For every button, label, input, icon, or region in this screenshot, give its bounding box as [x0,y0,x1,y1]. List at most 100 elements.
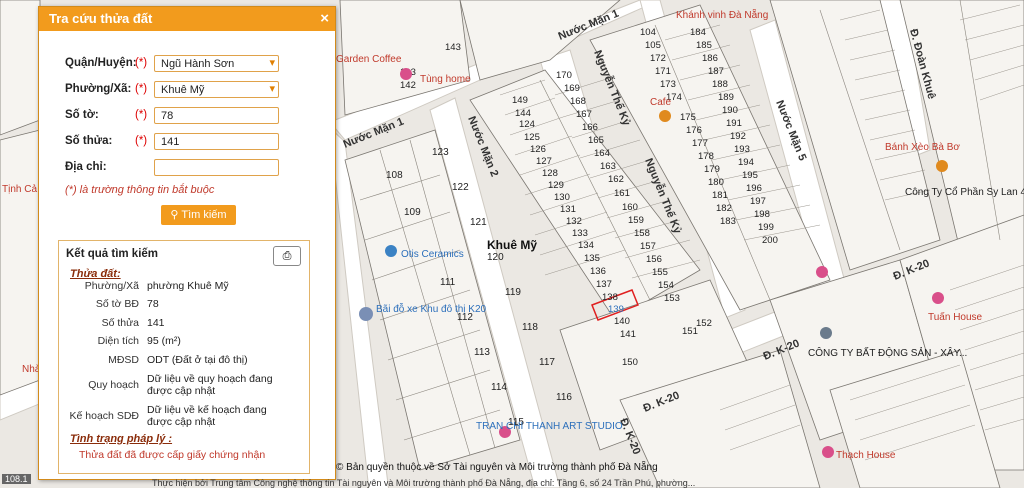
parcel-number: 141 [620,329,636,340]
parcel-number: 126 [530,144,546,155]
parcel-number: 183 [720,216,736,227]
parcel-number: 193 [734,144,750,155]
poi-marker-icon[interactable] [816,266,828,278]
panel-header: Tra cứu thửa đất × [39,7,335,31]
parcel-number: 176 [686,125,702,136]
parcel-number: 139 [608,304,624,315]
parcel-number: 190 [722,105,738,116]
result-label: Kế hoạch SDĐ [69,410,139,422]
parcel-number: 199 [758,222,774,233]
parcel-number: 197 [750,196,766,207]
parcel-number: 114 [491,382,507,393]
parcel-number: 113 [474,347,490,358]
parcel-number: 150 [622,357,638,368]
poi-label: TRAN CHI THANH ART STUDIO [476,421,623,432]
ward-select[interactable]: Khuê Mỹ [154,81,279,98]
result-label: MĐSD [108,354,139,366]
poi-label: Cafe [650,97,672,108]
poi-marker-icon[interactable] [820,327,832,339]
parcel-number: 171 [655,66,671,77]
search-button[interactable]: ⚲ Tìm kiếm [161,205,236,225]
parcel-number: 156 [646,254,662,265]
parcel-number: 137 [596,279,612,290]
poi-label: Khánh vinh Đà Nẵng [676,8,768,21]
address-input[interactable] [154,159,279,176]
result-subtitle-parcel: Thửa đất: [70,268,121,280]
ward-label: Phường/Xã: [65,83,132,95]
poi-label: Công Ty Cổ Phần Sy Lan 43 [905,186,1024,198]
parcel-number: 149 [512,95,528,106]
close-icon[interactable]: × [320,7,329,31]
parcel-number: 158 [634,228,650,239]
poi-label: Bánh Xèo Bà Bơ [885,142,960,153]
parcel-number: 169 [564,83,580,94]
poi-marker-icon[interactable] [822,446,834,458]
sheet-label: Số tờ: [65,109,99,121]
sheet-input[interactable]: 78 [154,107,279,124]
result-subtitle-legal: Tình trạng pháp lý : [70,433,173,445]
restaurant-icon[interactable] [936,160,948,172]
parcel-number: 118 [522,322,538,333]
parcel-number: 108 [386,170,403,181]
poi-marker-icon[interactable] [385,245,397,257]
parcel-number: 192 [730,131,746,142]
parcel-number: 191 [726,118,742,129]
parcel-number: 177 [692,138,708,149]
result-label: Phường/Xã [84,280,139,292]
poi-label: Tịnh Cả [2,184,37,195]
parcel-number: 135 [584,253,600,264]
parcel-number: 179 [704,164,720,175]
parcel-number: 180 [708,177,724,188]
poi-label: Garden Coffee [336,54,402,65]
parcel-number: 143 [445,42,461,53]
poi-marker-icon[interactable] [400,68,412,80]
poi-label: Otis Ceramics [401,249,464,260]
parking-icon[interactable] [359,307,373,321]
parcel-number: 172 [650,53,666,64]
parcel-number: 195 [742,170,758,181]
parcel-number: 122 [452,182,469,193]
poi-marker-icon[interactable] [932,292,944,304]
parcel-number: 153 [664,293,680,304]
district-label: Quận/Huyện: [65,57,137,69]
parcel-number: 166 [582,122,598,133]
parcel-number: 155 [652,267,668,278]
parcel-number: 132 [566,216,582,227]
parcel-row: Số thửa: (*) [65,135,151,147]
required-marker: (*) [135,135,148,147]
parcel-number: 116 [556,392,572,403]
print-button[interactable]: ⎙ [273,246,301,266]
parcel-number: 142 [400,80,416,91]
search-button-label: Tìm kiếm [181,209,227,221]
parcel-number: 184 [690,27,706,38]
parcel-number: 127 [536,156,552,167]
result-title: Kết quả tìm kiếm [66,248,159,260]
scale-indicator: 108.1 [2,474,31,484]
parcel-number: 187 [708,66,724,77]
address-label: Địa chỉ: [65,161,107,173]
result-label: Số tờ BĐ [95,298,139,310]
parcel-number: 161 [614,188,630,199]
result-value: 78 [147,298,159,310]
cafe-icon[interactable] [659,110,671,122]
parcel-number: 119 [505,287,521,298]
parcel-number: 164 [594,148,610,159]
area-label: Khuê Mỹ [487,238,537,252]
parcel-number: 124 [519,119,535,130]
parcel-input[interactable]: 141 [154,133,279,150]
district-row: Quận/Huyện:(*) [65,57,151,69]
parcel-number: 136 [590,266,606,277]
parcel-number: 178 [698,151,714,162]
poi-label: Tuấn House [928,311,983,323]
parcel-number: 157 [640,241,656,252]
result-label: Số thửa [101,317,139,329]
parcel-number: 140 [614,316,630,327]
district-select[interactable]: Ngũ Hành Sơn [154,55,279,72]
legal-status: Thửa đất đã được cấp giấy chứng nhận [79,449,266,461]
parcel-number: 130 [554,192,570,203]
result-value: 95 (m²) [147,335,181,347]
parcel-number: 151 [682,326,698,337]
required-marker: (*) [135,57,148,69]
result-value: Dữ liệu về quy hoạch đang được cập nhật [147,373,273,397]
parcel-number: 134 [578,240,594,251]
